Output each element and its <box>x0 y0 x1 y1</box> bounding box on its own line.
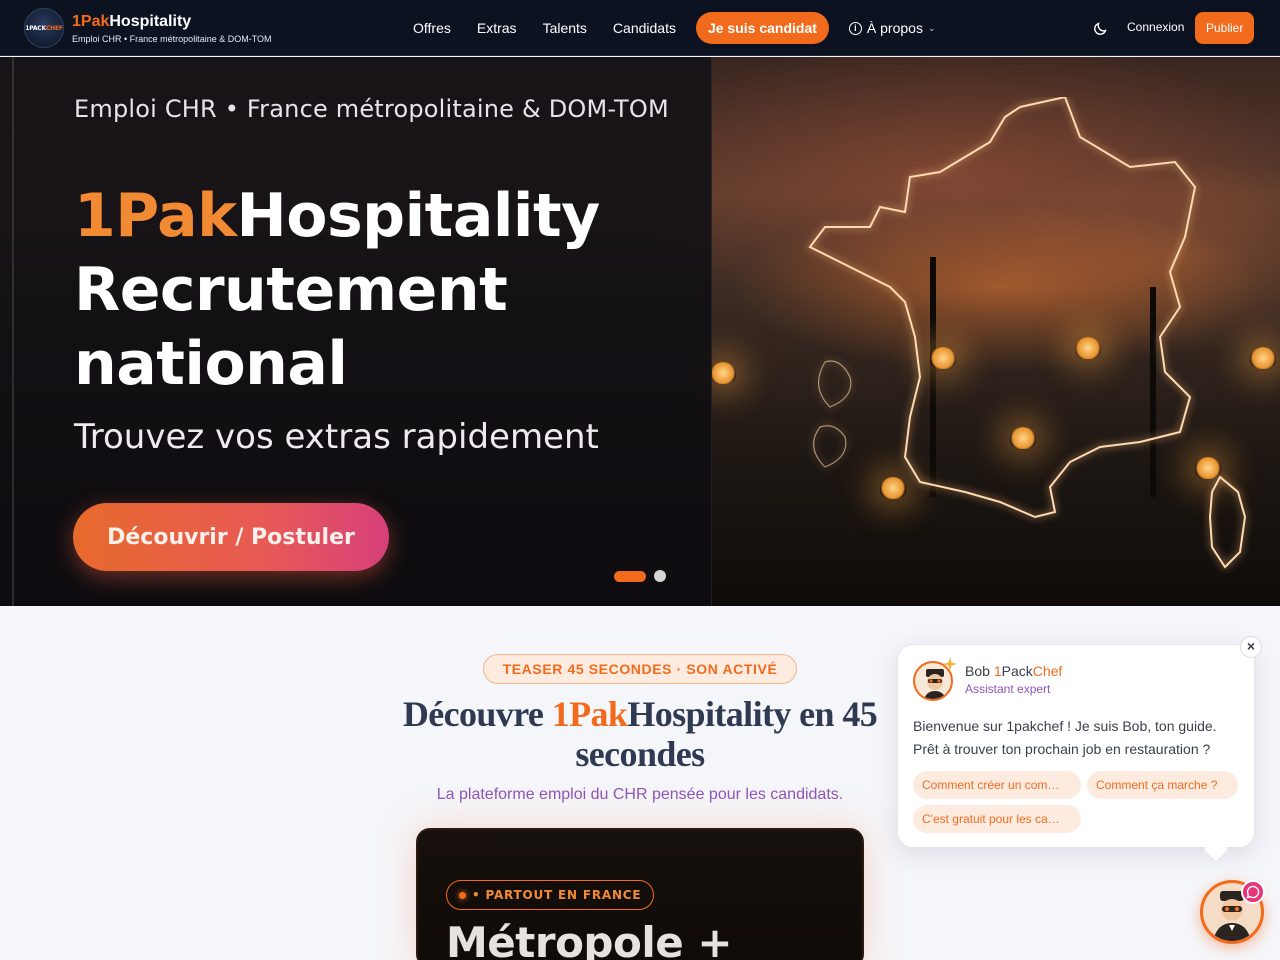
video-title: Métropole + <box>446 918 733 960</box>
info-icon: i <box>848 21 862 35</box>
hero-title-line3: national <box>74 329 348 399</box>
hero-eyebrow: Emploi CHR • France métropolitaine & DOM… <box>74 95 669 123</box>
section-title-part: Découvre <box>402 694 552 734</box>
teaser-badge: TEASER 45 SECONDES · SON ACTIVÉ <box>483 654 797 684</box>
carousel-dot[interactable] <box>654 570 666 582</box>
suggestion-chip[interactable]: C'est gratuit pour les ca… <box>913 805 1081 833</box>
suggestion-chip[interactable]: Comment ça marche ? <box>1087 771 1238 799</box>
logo-text: 1PACK <box>25 24 46 32</box>
publish-button[interactable]: Publier <box>1195 12 1255 44</box>
hero-title-accent: 1Pak <box>74 181 237 251</box>
carousel-dot-active[interactable] <box>614 570 646 582</box>
bot-name-part: 1 <box>993 663 1002 679</box>
divider <box>12 57 14 606</box>
chevron-down-icon: ⌄ <box>927 22 936 33</box>
nav-link-extras[interactable]: Extras <box>477 20 517 36</box>
brand-subtitle: Emploi CHR • France métropolitaine & DOM… <box>72 34 272 44</box>
logo[interactable]: 1PACK CHEF <box>24 8 64 48</box>
brand[interactable]: 1PakHospitality Emploi CHR • France métr… <box>72 12 272 44</box>
section-subtitle: La plateforme emploi du CHR pensée pour … <box>436 786 844 803</box>
suggestion-chip[interactable]: Comment créer un com… <box>913 771 1081 799</box>
hero-carousel[interactable]: Emploi CHR • France métropolitaine & DOM… <box>0 57 1280 606</box>
bot-name-part: Pack <box>1001 663 1033 679</box>
dot-icon <box>459 891 466 899</box>
france-map-outline <box>808 97 1247 569</box>
nav-link-talents[interactable]: Talents <box>543 20 587 36</box>
carousel-dots <box>614 570 666 582</box>
candidate-cta-button[interactable]: Je suis candidat <box>695 12 829 44</box>
hero-title: 1PakHospitality Recrutement national <box>74 179 600 401</box>
section-title-accent: 1Pak <box>551 694 628 734</box>
close-chat-button[interactable]: × <box>1240 636 1262 658</box>
login-link[interactable]: Connexion <box>1127 20 1184 34</box>
video-pill: • PARTOUT EN FRANCE <box>446 880 655 910</box>
nav-link-offres[interactable]: Offres <box>413 20 451 36</box>
brand-title: 1PakHospitality <box>72 12 272 32</box>
hero-title-brand: Hospitality <box>236 181 601 251</box>
section-title: Découvre 1PakHospitality en 45 secondes <box>380 694 900 774</box>
top-navbar: 1PACK CHEF 1PakHospitality Emploi CHR • F… <box>0 0 1280 56</box>
bot-name-part: Chef <box>1032 663 1063 679</box>
logo-text-accent: CHEF <box>45 24 63 32</box>
about-label: À propos <box>866 20 923 36</box>
bot-message: Bienvenue sur 1pakchef ! Je suis Bob, to… <box>913 718 1217 757</box>
brand-title-accent: 1Pak <box>72 13 110 30</box>
hero-tagline: Trouvez vos extras rapidement <box>74 417 599 457</box>
hero-title-line2: Recrutement <box>74 255 508 325</box>
about-menu[interactable]: i À propos ⌄ <box>848 20 936 36</box>
teaser-video[interactable]: • PARTOUT EN FRANCE Métropole + <box>416 828 864 960</box>
hero-title-line1: 1PakHospitality <box>74 179 600 253</box>
video-pill-label: • PARTOUT EN FRANCE <box>472 888 642 902</box>
lamp-light <box>710 362 736 384</box>
sparkle-icon <box>943 657 957 671</box>
moon-icon[interactable] <box>1093 20 1109 36</box>
brand-title-main: Hospitality <box>109 13 192 30</box>
chat-popup: Bob 1PackChef Assistant expert Bienvenue… <box>897 644 1255 848</box>
nav-link-candidats[interactable]: Candidats <box>613 20 676 36</box>
chat-bubble-icon[interactable] <box>1241 880 1265 904</box>
bot-name: Bob 1PackChef <box>965 663 1062 679</box>
bot-name-part: Bob <box>965 663 994 679</box>
discover-apply-button[interactable]: Découvrir / Postuler <box>73 503 389 571</box>
nav-links: Offres Extras Talents Candidats Je suis … <box>400 0 936 56</box>
bot-role: Assistant expert <box>965 682 1051 696</box>
